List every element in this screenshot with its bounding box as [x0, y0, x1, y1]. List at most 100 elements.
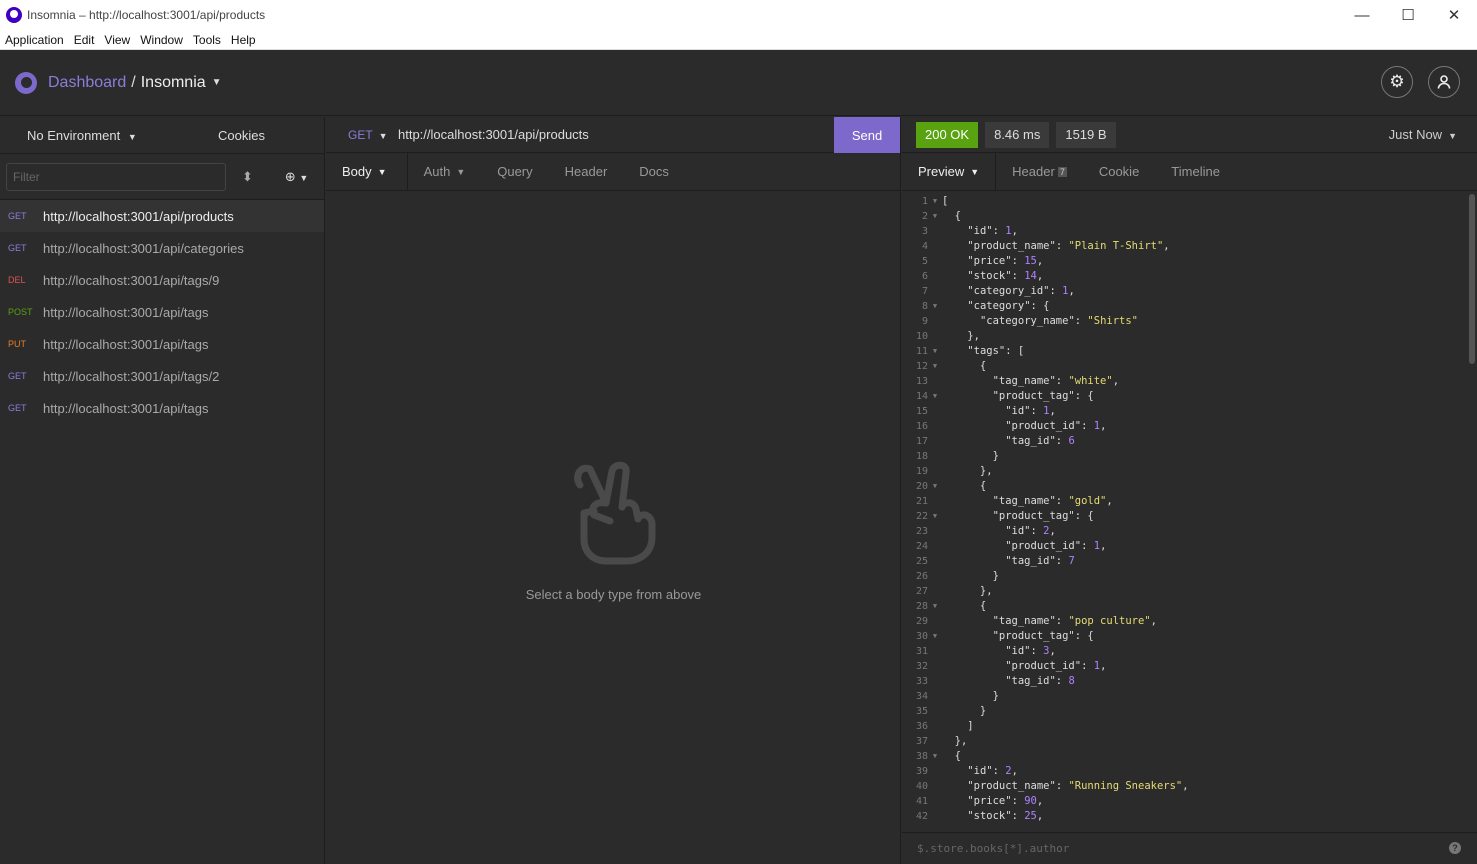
code-text: "id": 3, [1005, 645, 1056, 657]
fold-toggle-icon [928, 494, 942, 509]
breadcrumb-separator: / [131, 73, 136, 91]
code-line: 33 "tag_id": 8 [902, 674, 1468, 689]
fold-toggle-icon [928, 329, 942, 344]
code-text: { [942, 750, 961, 762]
tab-response-header-label: Header [1012, 164, 1055, 179]
code-text: "id": 2, [1005, 525, 1056, 537]
help-icon[interactable]: ? [1449, 842, 1461, 854]
response-size: 1519 B [1056, 121, 1116, 148]
code-line: 26 } [902, 569, 1468, 584]
filter-row: ⬍ ⊕ ▼ [0, 154, 324, 200]
code-text: { [942, 600, 987, 612]
tab-timeline[interactable]: Timeline [1155, 153, 1236, 190]
code-text: "tag_id": 6 [1005, 435, 1075, 447]
menu-help[interactable]: Help [226, 33, 261, 47]
code-text: "stock": 14, [967, 270, 1044, 282]
fold-toggle-icon[interactable]: ▼ [928, 344, 942, 359]
fold-toggle-icon [928, 449, 942, 464]
code-text: ] [942, 720, 974, 732]
code-text: "price": 15, [967, 255, 1044, 267]
tab-preview[interactable]: Preview ▼ [902, 153, 997, 190]
fold-toggle-icon [928, 404, 942, 419]
code-line: 23 "id": 2, [902, 524, 1468, 539]
fold-toggle-icon [928, 794, 942, 809]
sidebar-request-item[interactable]: GET http://localhost:3001/api/products [0, 200, 324, 232]
sidebar-request-item[interactable]: GET http://localhost:3001/api/tags [0, 392, 324, 424]
line-number: 41 [915, 796, 928, 807]
sidebar-request-item[interactable]: POST http://localhost:3001/api/tags [0, 296, 324, 328]
code-text: "stock": 25, [967, 810, 1044, 822]
fold-toggle-icon [928, 314, 942, 329]
code-line: 32 "product_id": 1, [902, 659, 1468, 674]
fold-toggle-icon[interactable]: ▼ [928, 194, 942, 209]
tab-body-label: Body [342, 164, 372, 179]
code-text: "tag_id": 7 [1005, 555, 1075, 567]
code-text: "category_name": "Shirts" [979, 315, 1138, 327]
code-line: 7 "category_id": 1, [902, 284, 1468, 299]
line-number: 23 [915, 526, 928, 537]
fold-toggle-icon[interactable]: ▼ [928, 599, 942, 614]
window-title: Insomnia – http://localhost:3001/api/pro… [27, 8, 266, 22]
tab-query[interactable]: Query [481, 153, 548, 190]
window-titlebar: Insomnia – http://localhost:3001/api/pro… [0, 0, 1477, 30]
method-dropdown[interactable]: GET ▼ [326, 128, 398, 142]
fold-toggle-icon[interactable]: ▼ [928, 629, 942, 644]
fold-toggle-icon [928, 464, 942, 479]
tab-body[interactable]: Body ▼ [326, 153, 408, 190]
fold-toggle-icon[interactable]: ▼ [928, 509, 942, 524]
tab-header[interactable]: Header [549, 153, 624, 190]
tab-cookie[interactable]: Cookie [1083, 153, 1155, 190]
tab-response-header[interactable]: Header 7 [996, 153, 1083, 190]
menu-bar: Application Edit View Window Tools Help [0, 30, 1477, 50]
sidebar-request-item[interactable]: PUT http://localhost:3001/api/tags [0, 328, 324, 360]
fold-toggle-icon[interactable]: ▼ [928, 749, 942, 764]
code-line: 14 ▼ "product_tag": { [902, 389, 1468, 404]
tab-docs[interactable]: Docs [623, 153, 685, 190]
sidebar-request-item[interactable]: DEL http://localhost:3001/api/tags/9 [0, 264, 324, 296]
menu-edit[interactable]: Edit [69, 33, 100, 47]
send-button[interactable]: Send [834, 117, 900, 153]
sidebar-request-item[interactable]: GET http://localhost:3001/api/categories [0, 232, 324, 264]
cookies-button[interactable]: Cookies [160, 128, 265, 143]
fold-toggle-icon [928, 539, 942, 554]
workspace-name[interactable]: Insomnia [141, 74, 206, 92]
dashboard-link[interactable]: Dashboard [48, 74, 126, 92]
sidebar-request-item[interactable]: GET http://localhost:3001/api/tags/2 [0, 360, 324, 392]
tab-auth[interactable]: Auth ▼ [408, 153, 482, 190]
close-icon[interactable]: ✕ [1431, 0, 1477, 30]
code-text: "tag_id": 8 [1005, 675, 1075, 687]
environment-dropdown[interactable]: No Environment ▼ [0, 128, 160, 143]
filter-input[interactable] [6, 162, 226, 191]
fold-toggle-icon[interactable]: ▼ [928, 479, 942, 494]
response-filter-input[interactable]: $.store.books[*].author [902, 842, 1069, 855]
line-number: 12 [915, 361, 928, 372]
menu-view[interactable]: View [99, 33, 135, 47]
sort-icon[interactable]: ⬍ [242, 169, 253, 185]
code-text: "category_id": 1, [967, 285, 1075, 297]
minimize-icon[interactable]: — [1339, 0, 1385, 30]
line-number: 18 [915, 451, 928, 462]
fold-toggle-icon[interactable]: ▼ [928, 359, 942, 374]
menu-application[interactable]: Application [0, 33, 69, 47]
line-number: 27 [915, 586, 928, 597]
fold-toggle-icon[interactable]: ▼ [928, 209, 942, 224]
account-icon[interactable] [1428, 66, 1460, 98]
code-line: 40 "product_name": "Running Sneakers", [902, 779, 1468, 794]
response-scrollbar[interactable] [1469, 194, 1475, 364]
menu-window[interactable]: Window [135, 33, 188, 47]
add-request-icon[interactable]: ⊕ ▼ [285, 169, 308, 185]
line-number: 19 [915, 466, 928, 477]
fold-toggle-icon [928, 434, 942, 449]
maximize-icon[interactable]: ☐ [1385, 0, 1431, 30]
fold-toggle-icon[interactable]: ▼ [928, 389, 942, 404]
url-bar: GET ▼ http://localhost:3001/api/products … [326, 117, 900, 153]
menu-tools[interactable]: Tools [188, 33, 226, 47]
code-line: 18 } [902, 449, 1468, 464]
chevron-down-icon[interactable]: ▼ [212, 77, 222, 88]
gear-icon[interactable]: ⚙ [1381, 66, 1413, 98]
url-input[interactable]: http://localhost:3001/api/products [398, 127, 589, 142]
code-line: 9 "category_name": "Shirts" [902, 314, 1468, 329]
history-dropdown[interactable]: Just Now ▼ [1389, 127, 1457, 142]
fold-toggle-icon[interactable]: ▼ [928, 299, 942, 314]
response-time: 8.46 ms [985, 121, 1050, 148]
